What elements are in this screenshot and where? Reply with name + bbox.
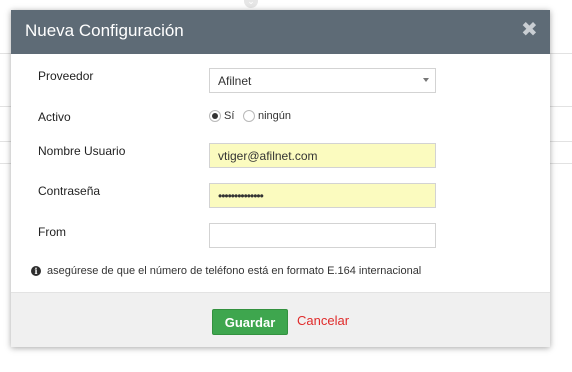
from-input[interactable] <box>209 223 436 248</box>
active-label: Activo <box>38 110 71 124</box>
active-option-si[interactable]: Sí <box>209 110 234 122</box>
active-option-ningun[interactable]: ningún <box>243 110 291 122</box>
info-icon: i <box>31 266 41 276</box>
phone-format-note: i asegúrese de que el número de teléfono… <box>31 265 421 277</box>
from-label: From <box>38 225 66 239</box>
save-button[interactable]: Guardar <box>212 309 288 335</box>
phone-format-note-text: asegúrese de que el número de teléfono e… <box>47 265 422 277</box>
new-configuration-dialog: Nueva Configuración ✖ Proveedor Afilnet … <box>11 10 550 347</box>
dialog-title: Nueva Configuración <box>25 21 184 40</box>
radio-label-ningun: ningún <box>258 110 292 122</box>
cancel-link[interactable]: Cancelar <box>297 313 349 329</box>
radio-button-si[interactable] <box>209 110 221 122</box>
radio-button-ningun[interactable] <box>243 110 255 122</box>
chevron-down-icon <box>423 78 429 82</box>
background-chevron-icon: ⌄ <box>244 0 258 8</box>
dialog-header: Nueva Configuración ✖ <box>11 10 550 54</box>
provider-label: Proveedor <box>38 69 94 83</box>
password-input[interactable] <box>209 183 436 208</box>
username-input[interactable] <box>209 143 436 168</box>
username-label: Nombre Usuario <box>38 144 126 158</box>
provider-select[interactable]: Afilnet <box>209 68 436 93</box>
radio-label-si: Sí <box>224 110 235 122</box>
provider-selected-value: Afilnet <box>218 74 252 88</box>
dialog-footer: Guardar Cancelar <box>11 292 550 347</box>
close-icon[interactable]: ✖ <box>521 20 538 40</box>
password-label: Contraseña <box>38 184 101 198</box>
